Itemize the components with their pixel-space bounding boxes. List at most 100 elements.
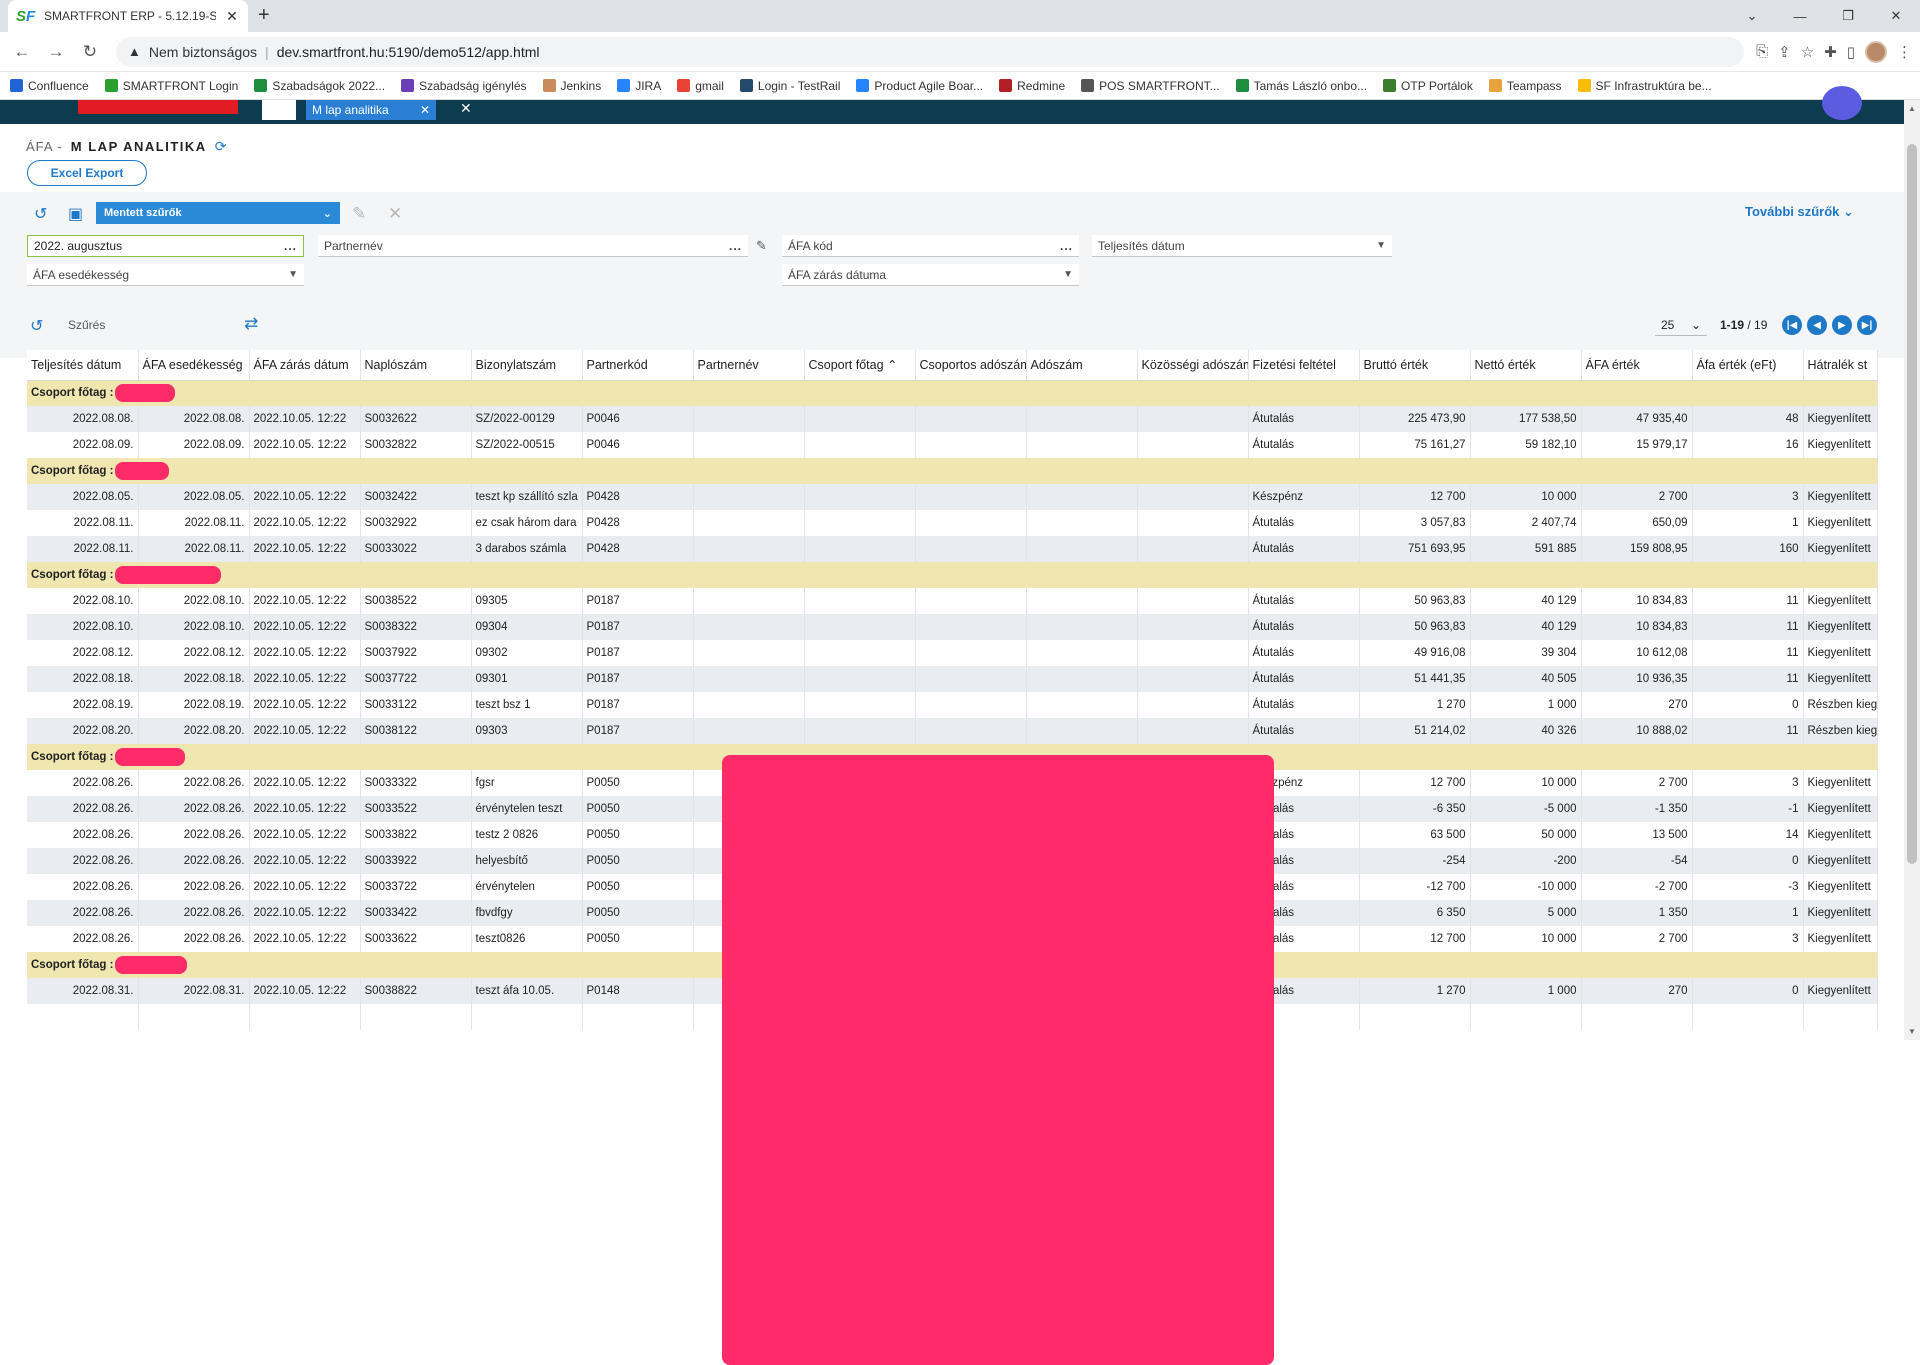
delete-filter-icon[interactable]: ✕ <box>388 204 402 224</box>
table-row[interactable]: 2022.08.10. 2022.08.10. 2022.10.05. 12:22 S… <box>27 588 1878 614</box>
bookmark-item[interactable]: Redmine <box>999 79 1065 93</box>
column-header[interactable]: Partnerkód <box>582 350 694 381</box>
vat-close-date-field[interactable]: ÁFA zárás dátuma ▼ <box>782 264 1079 286</box>
user-avatar[interactable] <box>1822 86 1862 120</box>
address-bar[interactable]: ▲ Nem biztonságos | dev.smartfront.hu:51… <box>116 36 1745 67</box>
close-window-icon[interactable]: ✕ <box>1872 0 1920 32</box>
column-header[interactable]: ÁFA zárás dátum <box>249 350 361 381</box>
bookmark-item[interactable]: Jenkins <box>542 79 601 93</box>
group-row[interactable]: Csoport főtag : <box>27 380 1878 406</box>
bookmark-item[interactable]: OTP Portálok <box>1383 79 1473 93</box>
table-row[interactable]: 2022.08.10. 2022.08.10. 2022.10.05. 12:22 S… <box>27 614 1878 640</box>
share-icon[interactable]: ⇪ <box>1778 43 1791 61</box>
restore-icon[interactable]: ❐ <box>1824 0 1872 32</box>
bookmark-item[interactable]: Login - TestRail <box>739 79 840 93</box>
column-header[interactable]: Csoport főtag ⌃ <box>804 350 916 381</box>
forward-icon[interactable]: → <box>42 38 70 66</box>
new-tab-icon[interactable]: + <box>258 4 270 27</box>
save-filter-icon[interactable]: ▣ <box>68 204 83 224</box>
edit-filter-icon[interactable]: ✎ <box>352 204 366 224</box>
group-row[interactable]: Csoport főtag : <box>27 562 1878 588</box>
bookmark-item[interactable]: SF Infrastruktúra be... <box>1577 79 1712 93</box>
bookmark-item[interactable]: gmail <box>677 79 724 93</box>
scroll-up-icon[interactable]: ▲ <box>1908 104 1916 113</box>
period-picker-icon[interactable]: ... <box>284 239 297 253</box>
partner-name-field[interactable]: Partnernév ... <box>318 235 748 257</box>
column-header[interactable]: Csoportos adószám <box>915 350 1027 381</box>
reset-filters-icon[interactable]: ↺ <box>34 204 47 224</box>
column-header[interactable]: Bizonylatszám <box>471 350 583 381</box>
next-page-icon[interactable]: ▶ <box>1832 315 1852 335</box>
bookmark-item[interactable]: SMARTFRONT Login <box>104 79 238 93</box>
bookmark-item[interactable]: JIRA <box>617 79 661 93</box>
table-row[interactable]: 2022.08.08. 2022.08.08. 2022.10.05. 12:22 S… <box>27 406 1878 432</box>
swap-icon[interactable]: ⇄ <box>244 314 258 334</box>
first-page-icon[interactable]: |◀ <box>1782 315 1802 335</box>
bookmark-item[interactable]: Szabadságok 2022... <box>254 79 385 93</box>
bookmark-item[interactable]: POS SMARTFRONT... <box>1081 79 1220 93</box>
app-tab-m-lap[interactable]: M lap analitika ✕ <box>306 100 436 120</box>
app-menu-icon[interactable] <box>262 100 296 120</box>
vat-code-field[interactable]: ÁFA kód ... <box>782 235 1079 257</box>
scroll-down-icon[interactable]: ▼ <box>1908 1027 1916 1036</box>
table-row[interactable]: 2022.08.09. 2022.08.09. 2022.10.05. 12:22 S… <box>27 432 1878 458</box>
table-row[interactable]: 2022.08.19. 2022.08.19. 2022.10.05. 12:22 S… <box>27 692 1878 718</box>
bookmark-item[interactable]: Tamás László onbo... <box>1235 79 1367 93</box>
bookmark-item[interactable]: Product Agile Boar... <box>856 79 983 93</box>
bookmark-item[interactable]: Szabadság igénylés <box>401 79 527 93</box>
breadcrumb[interactable]: ÁFA - <box>26 139 63 154</box>
back-icon[interactable]: ← <box>8 38 36 66</box>
side-panel-icon[interactable]: ▯ <box>1847 43 1855 61</box>
page-size-select[interactable]: 25 ⌄ <box>1655 314 1707 336</box>
prev-page-icon[interactable]: ◀ <box>1807 315 1827 335</box>
column-header[interactable]: Fizetési feltétel <box>1248 350 1360 381</box>
table-row[interactable]: 2022.08.12. 2022.08.12. 2022.10.05. 12:22 S… <box>27 640 1878 666</box>
partner-picker-icon[interactable]: ... <box>729 239 742 253</box>
column-header[interactable]: Hátralék st <box>1803 350 1878 381</box>
column-header[interactable]: Naplószám <box>360 350 472 381</box>
scrollbar-thumb[interactable] <box>1907 144 1917 864</box>
more-filters-button[interactable]: További szűrők ⌄ <box>1745 204 1854 220</box>
refresh-icon[interactable]: ⟳ <box>215 138 228 155</box>
table-row[interactable]: 2022.08.11. 2022.08.11. 2022.10.05. 12:22 S… <box>27 510 1878 536</box>
warning-icon[interactable]: ▲ <box>128 44 141 59</box>
vat-code-picker-icon[interactable]: ... <box>1060 239 1073 253</box>
search-input[interactable]: Szűrés <box>60 314 232 336</box>
column-header[interactable]: Közösségi adószám <box>1137 350 1249 381</box>
edit-icon[interactable]: ✎ <box>756 238 767 254</box>
tab-search-icon[interactable]: ⌄ <box>1728 0 1776 32</box>
minimize-icon[interactable]: — <box>1776 0 1824 32</box>
saved-filters-select[interactable]: Mentett szűrők ⌄ <box>96 202 340 224</box>
table-row[interactable]: 2022.08.11. 2022.08.11. 2022.10.05. 12:22 S… <box>27 536 1878 562</box>
column-header[interactable]: Adószám <box>1026 350 1138 381</box>
table-row[interactable]: 2022.08.20. 2022.08.20. 2022.10.05. 12:22 S… <box>27 718 1878 744</box>
bookmark-item[interactable]: Teampass <box>1488 79 1562 93</box>
page-scrollbar[interactable]: ▲ ▼ <box>1904 100 1920 1040</box>
table-row[interactable]: 2022.08.05. 2022.08.05. 2022.10.05. 12:22 S… <box>27 484 1878 510</box>
period-field[interactable]: 2022. augusztus ... <box>27 235 304 257</box>
column-header[interactable]: Partnernév <box>693 350 805 381</box>
column-header[interactable]: Nettó érték <box>1470 350 1582 381</box>
translate-icon[interactable]: ⎘ <box>1756 43 1768 60</box>
profile-avatar[interactable] <box>1865 40 1887 63</box>
column-header[interactable]: Áfa érték (eFt) <box>1692 350 1804 381</box>
bookmark-item[interactable]: Confluence <box>10 79 89 93</box>
vat-due-field[interactable]: ÁFA esedékesség ▼ <box>27 264 304 286</box>
column-header[interactable]: Teljesítés dátum <box>27 350 139 381</box>
table-row[interactable]: 2022.08.18. 2022.08.18. 2022.10.05. 12:22 S… <box>27 666 1878 692</box>
column-header[interactable]: ÁFA érték <box>1581 350 1693 381</box>
reload-icon[interactable]: ↻ <box>76 38 104 66</box>
bookmark-star-icon[interactable]: ☆ <box>1801 43 1814 61</box>
close-all-tabs-icon[interactable]: ✕ <box>460 100 472 117</box>
column-header[interactable]: Bruttó érték <box>1359 350 1471 381</box>
app-tab-close-icon[interactable]: ✕ <box>420 103 430 117</box>
excel-export-button[interactable]: Excel Export <box>27 160 147 186</box>
group-row[interactable]: Csoport főtag : <box>27 458 1878 484</box>
reset-search-icon[interactable]: ↺ <box>30 316 43 336</box>
extensions-icon[interactable]: ✚ <box>1824 43 1837 61</box>
tab-close-icon[interactable]: ✕ <box>224 8 240 25</box>
browser-tab[interactable]: SF SMARTFRONT ERP - 5.12.19-SNA ✕ <box>8 0 248 32</box>
menu-icon[interactable]: ⋮ <box>1897 43 1912 61</box>
column-header[interactable]: ÁFA esedékesség <box>138 350 250 381</box>
fulfillment-date-field[interactable]: Teljesítés dátum ▼ <box>1092 235 1392 257</box>
